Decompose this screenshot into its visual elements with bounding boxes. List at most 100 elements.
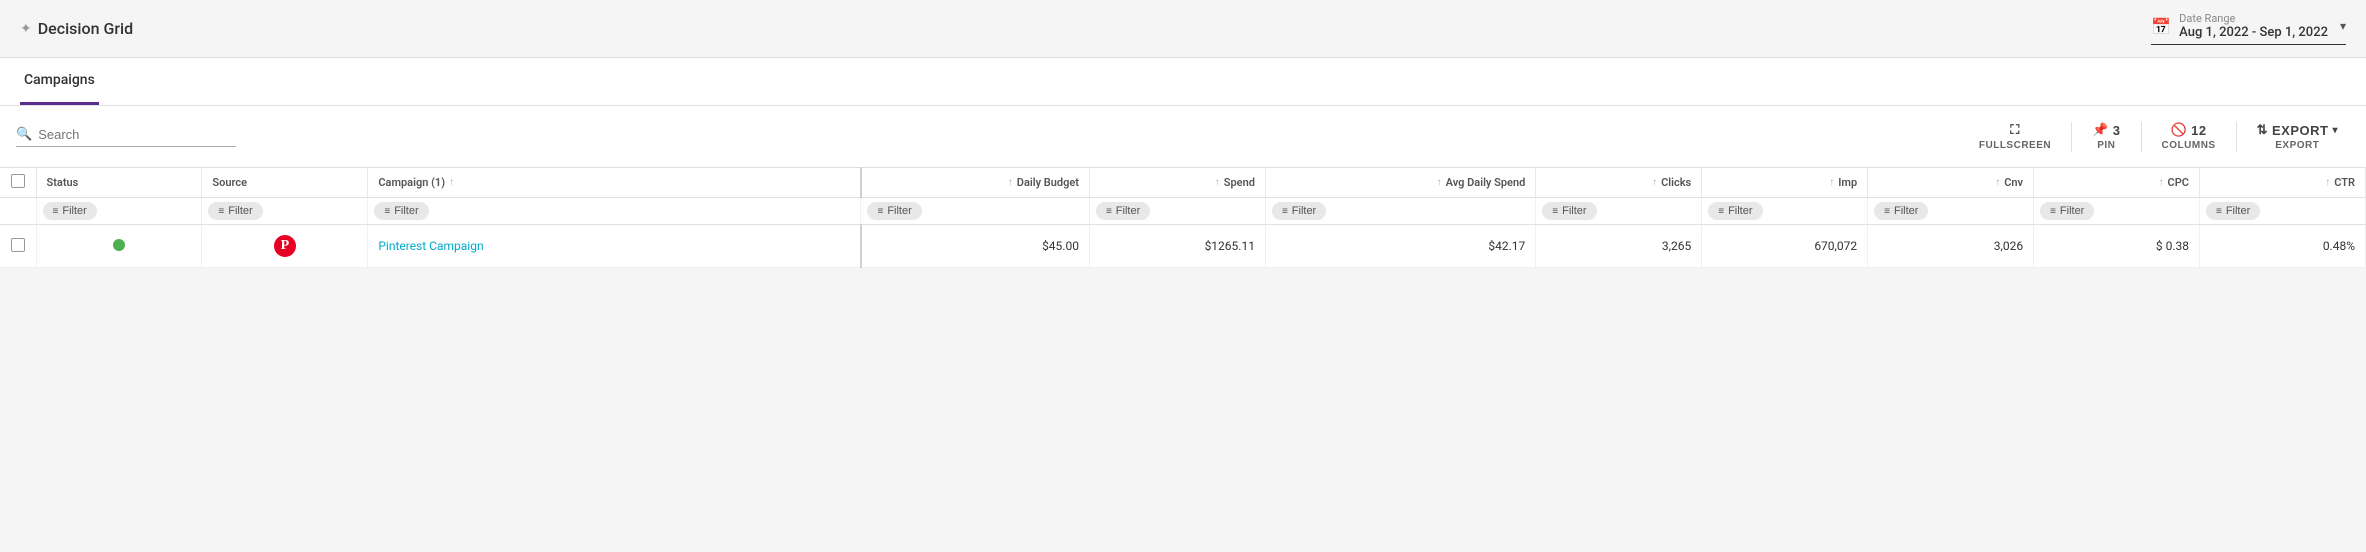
filter-cpc-icon: ≡ <box>2050 206 2056 217</box>
filter-imp-cell: ≡ Filter <box>1702 198 1868 225</box>
header-clicks-text: Clicks <box>1661 176 1691 189</box>
filter-cnv-button[interactable]: ≡ Filter <box>1874 202 1928 220</box>
columns-icon: 🚫 <box>2170 122 2187 138</box>
row-imp: 670,072 <box>1702 225 1868 268</box>
status-dot-active <box>113 239 125 251</box>
filter-status-icon: ≡ <box>53 206 59 217</box>
toolbar-divider-1 <box>2071 122 2072 152</box>
filter-budget-icon: ≡ <box>877 206 883 217</box>
filter-ctr-label: Filter <box>2226 205 2250 217</box>
header-clicks-sort-icon: ↑ <box>1652 177 1657 188</box>
campaigns-table: Status Source Campaign (1) ↑ <box>0 167 2366 268</box>
filter-clicks-icon: ≡ <box>1552 206 1558 217</box>
filter-imp-label: Filter <box>1728 205 1752 217</box>
select-all-checkbox[interactable] <box>11 174 25 188</box>
sort-icon: ⇅ <box>2257 122 2268 138</box>
filter-source-icon: ≡ <box>218 206 224 217</box>
filter-imp-button[interactable]: ≡ Filter <box>1708 202 1762 220</box>
filter-cpc-label: Filter <box>2060 205 2084 217</box>
header-campaign: Campaign (1) ↑ <box>368 168 861 198</box>
table-header-row: Status Source Campaign (1) ↑ <box>0 168 2366 198</box>
filter-source-cell: ≡ Filter <box>202 198 368 225</box>
header-status-text: Status <box>47 176 79 189</box>
filter-cpc-button[interactable]: ≡ Filter <box>2040 202 2094 220</box>
search-container: 🔍 <box>16 127 236 147</box>
date-range-info: Date Range Aug 1, 2022 - Sep 1, 2022 <box>2179 12 2328 40</box>
toolbar-divider-3 <box>2236 122 2237 152</box>
row-clicks: 3,265 <box>1536 225 1702 268</box>
columns-button[interactable]: 🚫 12 COLUMNS <box>2150 116 2228 157</box>
fullscreen-label: FULLSCREEN <box>1979 140 2051 151</box>
filter-spend-icon: ≡ <box>1106 206 1112 217</box>
filter-spend-cell: ≡ Filter <box>1089 198 1265 225</box>
filter-cnv-cell: ≡ Filter <box>1868 198 2034 225</box>
filter-imp-icon: ≡ <box>1718 206 1724 217</box>
main-content: Campaigns 🔍 ⛶ FULLSCREEN 📌 3 <box>0 57 2366 268</box>
filter-row: ≡ Filter ≡ Filter ≡ <box>0 198 2366 225</box>
search-input[interactable] <box>38 127 218 142</box>
row-spend: $1265.11 <box>1089 225 1265 268</box>
filter-spend-button[interactable]: ≡ Filter <box>1096 202 1150 220</box>
header-ctr-sort-icon: ↑ <box>2325 177 2330 188</box>
row-avg-daily-spend: $42.17 <box>1265 225 1535 268</box>
export-chevron-icon: ▾ <box>2332 125 2338 136</box>
sparkle-icon: ✦ <box>20 21 32 37</box>
header-cpc-text: CPC <box>2168 176 2189 189</box>
row-source: P <box>202 225 368 268</box>
filter-avg-button[interactable]: ≡ Filter <box>1272 202 1326 220</box>
header-daily-budget-text: Daily Budget <box>1017 176 1079 189</box>
export-button[interactable]: ⇅ EXPORT ▾ EXPORT <box>2245 116 2350 157</box>
date-range-picker[interactable]: 📅 Date Range Aug 1, 2022 - Sep 1, 2022 ▾ <box>2151 12 2346 45</box>
pin-count: 3 <box>2113 123 2121 138</box>
header-avg-sort-icon: ↑ <box>1437 177 1442 188</box>
filter-avg-icon: ≡ <box>1282 206 1288 217</box>
row-daily-budget: $45.00 <box>861 225 1089 268</box>
tab-campaigns[interactable]: Campaigns <box>20 58 99 105</box>
filter-spend-label: Filter <box>1116 205 1140 217</box>
header-spend: ↑ Spend <box>1089 168 1265 198</box>
filter-status-button[interactable]: ≡ Filter <box>43 202 97 220</box>
filter-status-cell: ≡ Filter <box>36 198 202 225</box>
fullscreen-icon: ⛶ <box>2010 122 2020 138</box>
row-checkbox[interactable] <box>11 238 25 252</box>
header-cnv-sort-icon: ↑ <box>1995 177 2000 188</box>
tabs-bar: Campaigns <box>0 58 2366 106</box>
filter-budget-button[interactable]: ≡ Filter <box>867 202 921 220</box>
header-cnv: ↑ Cnv <box>1868 168 2034 198</box>
filter-source-label: Filter <box>228 205 252 217</box>
header-avg-daily-spend: ↑ Avg Daily Spend <box>1265 168 1535 198</box>
row-ctr: 0.48% <box>2199 225 2365 268</box>
calendar-icon: 📅 <box>2151 17 2171 36</box>
row-campaign: Pinterest Campaign <box>368 225 861 268</box>
filter-budget-cell: ≡ Filter <box>861 198 1089 225</box>
filter-source-button[interactable]: ≡ Filter <box>208 202 262 220</box>
table-row: P Pinterest Campaign $45.00 $1265.11 $42… <box>0 225 2366 268</box>
pin-button[interactable]: 📌 3 PIN <box>2080 116 2132 157</box>
filter-ctr-icon: ≡ <box>2216 206 2222 217</box>
filter-checkbox-cell <box>0 198 36 225</box>
header-campaign-text: Campaign (1) <box>378 176 445 189</box>
row-cnv: 3,026 <box>1868 225 2034 268</box>
filter-ctr-button[interactable]: ≡ Filter <box>2206 202 2260 220</box>
header-imp-text: Imp <box>1838 176 1857 189</box>
sort-up-icon: ↑ <box>449 177 454 188</box>
pin-icon: 📌 <box>2092 122 2109 138</box>
filter-campaign-button[interactable]: ≡ Filter <box>374 202 428 220</box>
pin-label: PIN <box>2097 140 2115 151</box>
export-label: EXPORT <box>2275 140 2319 151</box>
header-avg-text: Avg Daily Spend <box>1446 176 1526 189</box>
header-imp-sort-icon: ↑ <box>1829 177 1834 188</box>
header-spend-sort-icon: ↑ <box>1215 177 1220 188</box>
header-ctr: ↑ CTR <box>2199 168 2365 198</box>
app-title-text: Decision Grid <box>38 19 133 38</box>
filter-clicks-label: Filter <box>1562 205 1586 217</box>
date-range-label: Date Range <box>2179 12 2328 25</box>
header-ctr-text: CTR <box>2334 176 2355 189</box>
header-cpc-sort-icon: ↑ <box>2159 177 2164 188</box>
filter-clicks-button[interactable]: ≡ Filter <box>1542 202 1596 220</box>
fullscreen-button[interactable]: ⛶ FULLSCREEN <box>1967 116 2063 157</box>
campaign-link[interactable]: Pinterest Campaign <box>378 239 483 253</box>
header-source-text: Source <box>212 176 247 189</box>
export-text: EXPORT <box>2272 123 2328 138</box>
header-cpc: ↑ CPC <box>2034 168 2200 198</box>
